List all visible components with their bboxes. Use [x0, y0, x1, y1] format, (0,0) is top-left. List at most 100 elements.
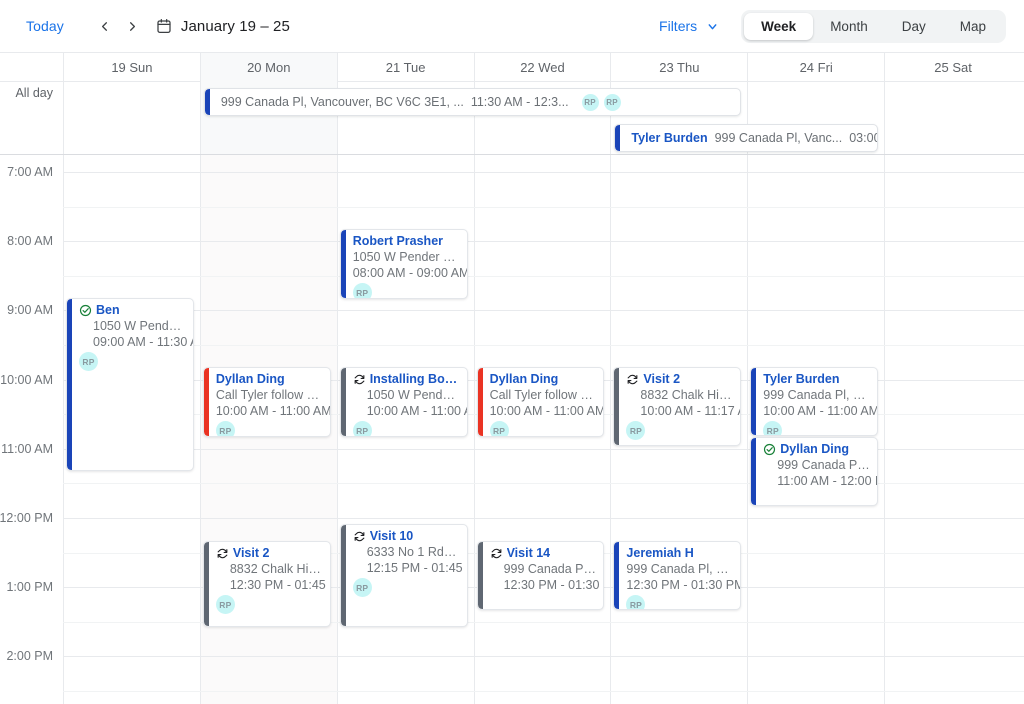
- hour-gridline: [63, 448, 1024, 450]
- event-title: Tyler Burden: [763, 372, 840, 386]
- event-address: 8832 Chalk Hill Dri...: [640, 388, 733, 402]
- calendar-event[interactable]: Visit 2 8832 Chalk Hill Dri... 10:00 AM - …: [613, 367, 742, 446]
- chevron-left-icon: [102, 21, 108, 31]
- day-header-sat[interactable]: 25 Sat: [884, 53, 1021, 82]
- calendar-event[interactable]: Ben 1050 W Pender St, ... 09:00 AM - 11:30…: [66, 298, 194, 471]
- event-title: Visit 10: [369, 529, 414, 543]
- day-header-wed[interactable]: 22 Wed: [473, 53, 611, 82]
- previous-week-button[interactable]: [92, 13, 118, 39]
- event-title: Jeremiah H: [626, 546, 694, 560]
- event-title: Tyler Burden: [631, 131, 708, 145]
- hour-gridline: [63, 310, 1024, 312]
- day-header-label: 25 Sat: [934, 60, 972, 75]
- toolbar: Today January 19 – 25 Filters Week Month…: [0, 0, 1024, 52]
- event-time: 12:30 PM - 01:45 PM: [229, 578, 330, 592]
- time-label: 2:00 PM: [6, 649, 53, 664]
- half-hour-gridline: [63, 206, 1024, 208]
- event-time: 11:00 AM - 12:00 PM: [777, 474, 877, 488]
- check-circle-icon: [79, 304, 92, 317]
- event-address: 999 Canada Pl, Va...: [626, 562, 734, 576]
- event-address: 8832 Chalk Hill Dri...: [229, 562, 323, 576]
- avatar: RP: [489, 421, 509, 436]
- event-time: 11:30 AM - 12:3...: [470, 95, 569, 109]
- hour-gridline: [63, 518, 1024, 519]
- day-header-thu[interactable]: 23 Thu: [610, 53, 747, 82]
- event-time: 10:00 AM - 11:00 AM: [489, 404, 604, 418]
- view-tab-month[interactable]: Month: [813, 13, 885, 40]
- event-time: 10:00 AM - 11:00 AM: [763, 404, 878, 418]
- calendar-event[interactable]: Visit 14 999 Canada Pl, Va... 12:30 PM - 0…: [476, 541, 605, 610]
- event-address: 999 Canada Pl, Vanc...: [714, 131, 843, 145]
- all-day-cell[interactable]: [63, 82, 200, 154]
- calendar-event[interactable]: Visit 10 6333 No 1 Rd, Rich... 12:15 PM - …: [339, 524, 468, 627]
- half-hour-gridline: [63, 483, 1024, 485]
- event-title: Dyllan Ding: [215, 372, 285, 386]
- event-title: Installing Boiler: [369, 372, 460, 386]
- day-header-fri[interactable]: 24 Fri: [747, 53, 884, 82]
- event-time: 08:00 AM - 09:00 AM: [352, 266, 467, 280]
- all-day-event[interactable]: 999 Canada Pl, Vancouver, BC V6C 3E1, ..…: [203, 88, 742, 116]
- calendar-picker-button[interactable]: [156, 18, 172, 34]
- calendar-event[interactable]: Dyllan Ding 999 Canada Pl, Va... 11:00 AM …: [750, 437, 879, 506]
- time-label: 7:00 AM: [7, 165, 53, 179]
- day-header-label: 22 Wed: [520, 60, 565, 75]
- event-title: Visit 14: [506, 546, 551, 560]
- event-address: 1050 W Pender St, ...: [93, 319, 186, 333]
- event-time: 10:00 AM - 11:00 AM: [215, 404, 330, 418]
- view-tab-day[interactable]: Day: [885, 13, 943, 40]
- view-tab-map[interactable]: Map: [943, 13, 1003, 40]
- event-address: Call Tyler follow up...: [215, 388, 323, 402]
- check-circle-icon: [763, 443, 776, 456]
- event-title: Dyllan Ding: [489, 372, 559, 386]
- avatar: RP: [79, 352, 98, 371]
- day-header-label: 21 Tue: [385, 60, 426, 75]
- event-time: 12:30 PM - 01:30 PM: [503, 578, 604, 592]
- event-avatars: RP RP: [581, 93, 621, 111]
- event-avatars: RP: [489, 421, 597, 436]
- half-hour-gridline: [63, 275, 1024, 277]
- avatar: RP: [215, 595, 235, 614]
- day-header-label: 24 Fri: [799, 60, 833, 75]
- week-navigation: [92, 13, 146, 39]
- avatar: RP: [352, 578, 372, 597]
- chevron-right-icon: [130, 21, 136, 31]
- event-avatars: RP: [352, 578, 460, 597]
- all-day-event[interactable]: Tyler Burden 999 Canada Pl, Vanc... 03:00 …: [614, 124, 879, 152]
- day-header-tue[interactable]: 21 Tue: [336, 53, 474, 82]
- today-button[interactable]: Today: [20, 14, 70, 38]
- calendar-event[interactable]: Tyler Burden 999 Canada Pl, Va... 10:00 AM…: [750, 367, 879, 436]
- hour-gridline: [63, 172, 1024, 173]
- calendar-event[interactable]: Robert Prasher 1050 W Pender St, ... 08:00…: [339, 229, 468, 299]
- calendar-event[interactable]: Dyllan Ding Call Tyler follow up... 10:00 …: [476, 367, 605, 437]
- repeat-icon: [626, 373, 639, 386]
- all-day-cell[interactable]: [884, 82, 1021, 154]
- time-gutter: 7:00 AM 8:00 AM 9:00 AM 10:00 AM 11:00 AM 12:…: [0, 155, 63, 704]
- event-time: 09:00 AM - 11:30 AM: [93, 335, 193, 349]
- event-avatars: RP: [626, 595, 733, 609]
- time-grid[interactable]: 7:00 AM 8:00 AM 9:00 AM 10:00 AM 11:00 AM 12:…: [0, 155, 1024, 704]
- avatar: RP: [352, 283, 372, 298]
- event-title: Dyllan Ding: [780, 442, 850, 456]
- time-label: 11:00 AM: [1, 441, 53, 456]
- event-avatars: RP: [352, 421, 460, 436]
- event-title: Robert Prasher: [352, 234, 444, 248]
- event-avatars: RP: [763, 421, 870, 435]
- view-tab-week[interactable]: Week: [744, 12, 814, 40]
- filters-label: Filters: [659, 18, 698, 34]
- day-header-sun[interactable]: 19 Sun: [63, 53, 200, 82]
- filters-dropdown[interactable]: Filters: [659, 18, 719, 34]
- calendar-event[interactable]: Visit 2 8832 Chalk Hill Dri... 12:30 PM - …: [202, 541, 331, 627]
- avatar: RP: [581, 93, 599, 111]
- repeat-icon: [353, 530, 366, 543]
- calendar-event[interactable]: Dyllan Ding Call Tyler follow up... 10:00 …: [202, 367, 331, 437]
- next-week-button[interactable]: [120, 13, 146, 39]
- avatar: RP: [626, 595, 646, 609]
- calendar-event[interactable]: Installing Boiler 1050 W Pender St, ... 10…: [339, 367, 468, 437]
- repeat-icon: [490, 547, 503, 560]
- event-avatars: RP: [626, 421, 733, 440]
- all-day-section: All day 999 Canada Pl, Vancouver, BC V6C…: [0, 82, 1024, 155]
- event-time: 12:15 PM - 01:45 PM: [366, 561, 467, 575]
- calendar-event[interactable]: Jeremiah H 999 Canada Pl, Va... 12:30 PM -…: [613, 541, 742, 610]
- day-header-mon[interactable]: 20 Mon: [199, 53, 337, 82]
- event-address: 999 Canada Pl, Va...: [763, 388, 871, 402]
